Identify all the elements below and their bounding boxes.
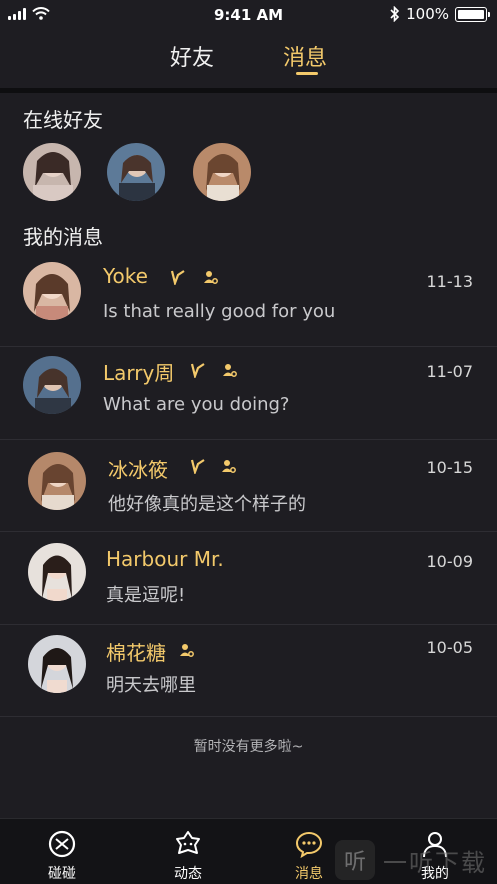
message-preview: 明天去哪里	[106, 675, 196, 696]
online-friend-avatar[interactable]	[193, 143, 251, 201]
message-row[interactable]: Larry周 What are you doing? 11-07	[0, 348, 497, 440]
battery-icon	[455, 6, 490, 22]
avatar	[23, 356, 81, 414]
avatar	[28, 452, 86, 510]
row-divider	[0, 531, 497, 532]
user-badge-icon	[204, 271, 218, 284]
status-right: 100%	[390, 5, 490, 23]
tab-label: 碰碰	[48, 866, 76, 882]
message-date: 11-13	[426, 272, 474, 291]
message-date: 10-05	[426, 638, 474, 657]
top-tabs: 好友 消息	[0, 30, 497, 88]
message-row[interactable]: 棉花糖 明天去哪里 10-05	[0, 625, 497, 717]
tab-feed[interactable]: 动态	[148, 819, 228, 884]
contact-name: Larry周	[103, 361, 175, 385]
contact-name: 棉花糖	[106, 641, 166, 665]
online-friend-avatar[interactable]	[23, 143, 81, 201]
watermark: 听 一听下载	[335, 838, 495, 882]
no-more-note: 暂时没有更多啦~	[193, 739, 304, 755]
online-friends-title: 在线好友	[23, 108, 103, 132]
tab-label: 动态	[174, 866, 202, 882]
message-row[interactable]: 冰冰筱 他好像真的是这个样子的 10-15	[0, 440, 497, 532]
active-tab-indicator	[296, 72, 318, 75]
user-badge-icon	[180, 644, 194, 657]
user-badge-icon	[222, 460, 236, 473]
watermark-logo-icon: 听	[335, 840, 375, 880]
contact-name: Harbour Mr.	[106, 547, 224, 571]
row-divider	[0, 716, 497, 717]
status-bar: 9:41 AM 100%	[0, 0, 497, 30]
contact-name: Yoke	[103, 264, 148, 288]
battery-percent: 100%	[406, 5, 449, 23]
avatar	[23, 262, 81, 320]
row-divider	[0, 346, 497, 347]
chat-icon	[295, 831, 323, 859]
message-preview: 他好像真的是这个样子的	[108, 494, 306, 515]
verified-v-icon	[190, 363, 205, 378]
watermark-text: 一听下载	[383, 848, 487, 877]
message-preview: What are you doing?	[103, 394, 290, 415]
message-row[interactable]: Yoke Is that really good for you 11-13	[0, 255, 497, 347]
avatar	[28, 543, 86, 601]
online-friend-avatar[interactable]	[107, 143, 165, 201]
tab-messages[interactable]: 消息	[283, 40, 327, 72]
user-badge-icon	[223, 364, 237, 377]
my-messages-title: 我的消息	[23, 225, 103, 249]
message-date: 10-09	[426, 552, 474, 571]
bump-icon	[48, 830, 76, 858]
tab-friends[interactable]: 好友	[170, 40, 214, 72]
avatar	[28, 635, 86, 693]
message-preview: Is that really good for you	[103, 301, 336, 322]
feed-icon	[176, 831, 200, 854]
contact-name: 冰冰筱	[108, 458, 168, 482]
verified-v-icon	[170, 270, 185, 285]
message-preview: 真是逗呢!	[106, 585, 186, 606]
message-row[interactable]: Harbour Mr. 真是逗呢! 10-09	[0, 533, 497, 625]
verified-v-icon	[190, 459, 205, 474]
message-date: 10-15	[426, 458, 474, 477]
tab-bump[interactable]: 碰碰	[22, 819, 102, 884]
message-date: 11-07	[426, 362, 474, 381]
header-divider	[0, 88, 497, 93]
bluetooth-icon	[390, 6, 400, 22]
